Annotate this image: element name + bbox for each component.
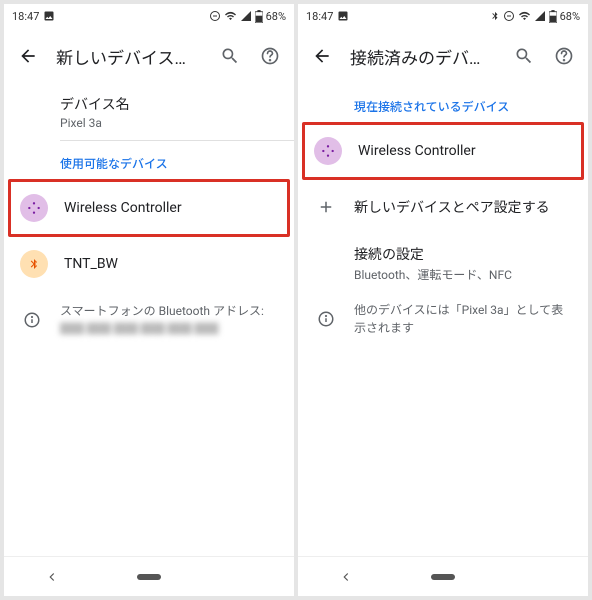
device-name-label: デバイス名: [60, 94, 278, 114]
gamepad-icon: [314, 137, 342, 165]
status-time: 18:47: [306, 10, 333, 23]
content-area: 現在接続されているデバイス Wireless Controller 新しいデバイ…: [298, 84, 588, 556]
battery-icon: [549, 10, 557, 23]
pair-new-label: 新しいデバイスとペア設定する: [354, 197, 572, 217]
app-bar: 接続済みのデバイス: [298, 28, 588, 84]
page-title: 新しいデバイスとペア...: [56, 44, 202, 69]
image-icon: [43, 10, 55, 22]
plus-icon: [314, 198, 338, 216]
battery-pct: 68%: [560, 10, 580, 23]
battery-pct: 68%: [266, 10, 286, 23]
footer-address: ██:██:██:██:██:██: [60, 322, 219, 336]
bluetooth-icon: [20, 250, 48, 278]
help-button[interactable]: [552, 44, 576, 68]
signal-icon: [240, 10, 252, 22]
pair-new-row[interactable]: 新しいデバイスとペア設定する: [298, 179, 588, 235]
wifi-icon: [518, 10, 531, 22]
nav-back[interactable]: [334, 565, 358, 589]
status-bar: 18:47 68%: [298, 4, 588, 28]
prefs-subtitle: Bluetooth、運転モード、NFC: [354, 266, 572, 283]
highlight-box: Wireless Controller: [4, 180, 294, 236]
search-button[interactable]: [512, 44, 536, 68]
gamepad-icon: [20, 194, 48, 222]
visibility-text: 他のデバイスには「Pixel 3a」として表示されます: [354, 301, 572, 337]
bluetooth-status-icon: [490, 10, 500, 22]
connection-prefs-row[interactable]: 接続の設定 Bluetooth、運転モード、NFC: [298, 235, 588, 291]
footer-prefix: スマートフォンの Bluetooth アドレス:: [60, 304, 264, 318]
device-name: Wireless Controller: [358, 143, 572, 159]
device-row-tnt[interactable]: TNT_BW: [4, 236, 294, 292]
app-bar: 新しいデバイスとペア...: [4, 28, 294, 84]
content-area: デバイス名 Pixel 3a 使用可能なデバイス Wireless Contro…: [4, 84, 294, 556]
back-button[interactable]: [310, 44, 334, 68]
device-name-row[interactable]: デバイス名 Pixel 3a: [4, 84, 294, 140]
highlight-box: Wireless Controller: [298, 123, 588, 179]
bluetooth-address-row: スマートフォンの Bluetooth アドレス: ██:██:██:██:██:…: [4, 292, 294, 348]
status-time: 18:47: [12, 10, 39, 23]
nav-bar: [4, 556, 294, 596]
screen-connected: 18:47 68% 接続済みのデバイス 現在接続されているデバイス: [298, 4, 588, 596]
nav-home[interactable]: [431, 565, 455, 589]
nav-home[interactable]: [137, 565, 161, 589]
prefs-title: 接続の設定: [354, 244, 572, 264]
dnd-icon: [209, 10, 221, 22]
wifi-icon: [224, 10, 237, 22]
connected-label: 現在接続されているデバイス: [298, 84, 588, 123]
info-icon: [20, 311, 44, 329]
nav-bar: [298, 556, 588, 596]
device-name: Wireless Controller: [64, 200, 278, 216]
status-bar: 18:47 68%: [4, 4, 294, 28]
back-button[interactable]: [16, 44, 40, 68]
visibility-row: 他のデバイスには「Pixel 3a」として表示されます: [298, 291, 588, 347]
page-title: 接続済みのデバイス: [350, 44, 496, 69]
battery-icon: [255, 10, 263, 23]
search-button[interactable]: [218, 44, 242, 68]
device-name: TNT_BW: [64, 256, 278, 272]
dnd-icon: [503, 10, 515, 22]
screen-pair-new: 18:47 68% 新しいデバイスとペア... デバイス名: [4, 4, 294, 596]
help-button[interactable]: [258, 44, 282, 68]
nav-back[interactable]: [40, 565, 64, 589]
connected-device-row[interactable]: Wireless Controller: [298, 123, 588, 179]
signal-icon: [534, 10, 546, 22]
info-icon: [314, 310, 338, 328]
device-name-value: Pixel 3a: [60, 116, 278, 130]
available-devices-label: 使用可能なデバイス: [4, 141, 294, 180]
image-icon: [337, 10, 349, 22]
device-row-controller[interactable]: Wireless Controller: [4, 180, 294, 236]
